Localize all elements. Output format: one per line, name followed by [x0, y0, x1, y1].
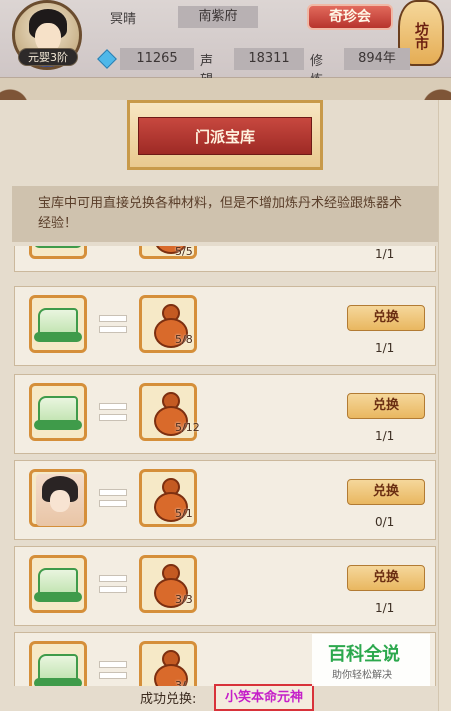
equals-icon — [99, 575, 127, 593]
exchange-row: 5/12 兑换 1/1 — [14, 374, 436, 454]
notice-text: 宝库中可用直接兑换各种材料，但是不增加炼丹术经验跟炼器术经验！ — [12, 186, 438, 242]
item-slot[interactable] — [29, 641, 87, 686]
equals-icon — [99, 315, 127, 333]
item-slot[interactable] — [139, 641, 197, 686]
exchange-list[interactable]: 5/5 1/1 5/8 兑换 1/1 5/12 兑换 1/1 5/1 兑换 0/… — [14, 246, 436, 686]
watermark-title: 百科全说 — [328, 644, 400, 665]
exchange-limit: 1/1 — [375, 247, 395, 261]
success-item: 小笑本命元神 — [214, 684, 314, 711]
scroll-icon — [34, 246, 82, 248]
item-slot[interactable] — [29, 383, 87, 441]
item-slot[interactable] — [29, 469, 87, 527]
exchange-button[interactable]: 兑换 — [347, 479, 425, 505]
item-slot[interactable] — [29, 295, 87, 353]
item-count: 3/ — [175, 679, 186, 686]
equals-icon — [99, 489, 127, 507]
item-count: 5/12 — [175, 421, 200, 434]
page-title: 门派宝库 — [138, 117, 312, 155]
exchange-button[interactable]: 兑换 — [347, 305, 425, 331]
top-hud: 元婴3阶 冥晴 南紫府 奇珍会 坊市 11265 声望 18311 修炼 894… — [0, 0, 451, 88]
scroll-icon — [34, 568, 82, 602]
scrollbar-track[interactable] — [438, 100, 451, 711]
exchange-row: 5/1 兑换 0/1 — [14, 460, 436, 540]
exchange-row: 5/8 兑换 1/1 — [14, 286, 436, 366]
cultivation-value: 894年 — [344, 48, 410, 70]
player-name: 冥晴 — [110, 12, 137, 27]
portrait-icon — [36, 474, 84, 526]
title-banner: 门派宝库 — [127, 100, 323, 170]
equals-icon — [99, 403, 127, 421]
success-label: 成功兑换: — [140, 692, 197, 707]
level-badge: 元婴3阶 — [18, 48, 78, 66]
exchange-limit: 1/1 — [375, 341, 395, 355]
treasure-fair-button[interactable]: 奇珍会 — [307, 4, 393, 30]
exchange-limit: 0/1 — [375, 515, 395, 529]
item-count: 3/3 — [175, 593, 193, 606]
spirit-stone-icon — [97, 49, 117, 69]
scroll-icon — [34, 396, 82, 430]
spirit-stone-count: 11265 — [120, 48, 194, 70]
exchange-button[interactable]: 兑换 — [347, 565, 425, 591]
watermark: 百科全说 助你轻松解决 — [312, 634, 430, 686]
equals-icon — [99, 661, 127, 679]
exchange-row: 5/5 1/1 — [14, 246, 436, 272]
item-count: 5/8 — [175, 333, 193, 346]
item-slot[interactable] — [29, 246, 87, 259]
reputation-value: 18311 — [234, 48, 304, 70]
scroll-icon — [34, 654, 82, 686]
exchange-button[interactable]: 兑换 — [347, 393, 425, 419]
exchange-limit: 1/1 — [375, 429, 395, 443]
sect-name: 南紫府 — [178, 6, 258, 28]
exchange-limit: 1/1 — [375, 601, 395, 615]
item-count: 5/5 — [175, 246, 193, 258]
item-count: 5/1 — [175, 507, 193, 520]
item-slot[interactable] — [29, 555, 87, 613]
exchange-row: 3/3 兑换 1/1 — [14, 546, 436, 626]
watermark-subtitle: 助你轻松解决 — [332, 670, 392, 681]
scroll-icon — [34, 308, 82, 342]
